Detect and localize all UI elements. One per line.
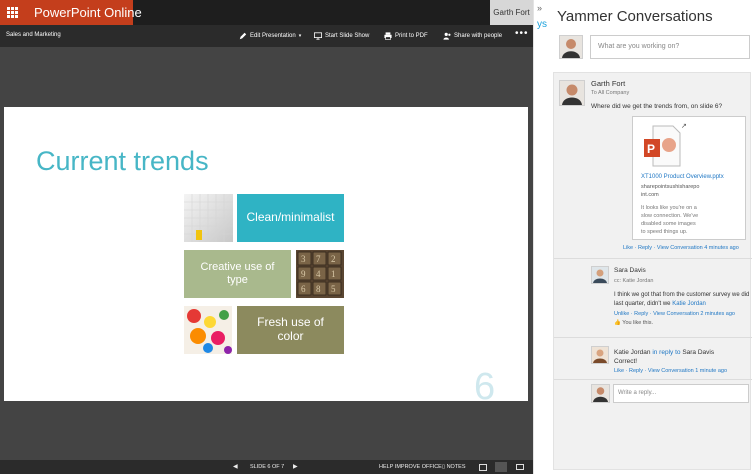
app-window: PowerPoint Online Garth Fort Sales and M… [0, 0, 756, 474]
document-title: Sales and Marketing [6, 32, 61, 38]
file-note-line3: disabled some images [641, 221, 696, 227]
file-attachment-card[interactable]: ↗ P XT1000 Product Overview.pptx sharepo… [632, 116, 746, 240]
garth-fort-avatar [559, 80, 585, 106]
powerpoint-file-icon: P [644, 125, 681, 167]
thumbs-up-icon: 👍 [614, 320, 621, 326]
conversation-feed: Garth Fort To All Company Where did we g… [553, 72, 752, 470]
share-button[interactable]: Share with people [443, 30, 502, 42]
file-host-line1: sharepointsushisharepo [641, 184, 700, 190]
post3-header: Katie Jordan in reply to Sara Davis [614, 349, 715, 356]
divider [554, 337, 752, 338]
post2-actions[interactable]: Unlike · Reply · View Conversation 2 min… [614, 311, 735, 317]
svg-text:1: 1 [331, 269, 336, 279]
color-dots-image [184, 306, 232, 354]
svg-text:4: 4 [316, 269, 321, 279]
slideshow-view-icon[interactable] [516, 464, 524, 470]
slideshow-icon [314, 32, 322, 40]
file-note-line1: It looks like you're on a [641, 205, 697, 211]
reading-view-icon[interactable] [495, 462, 507, 472]
file-name-link[interactable]: XT1000 Product Overview.pptx [641, 174, 724, 180]
chevron-down-icon: ▾ [298, 33, 302, 39]
file-note-line2: slow connection. We've [641, 213, 699, 219]
pane-title: Yammer Conversations [557, 8, 713, 25]
post2-message-line2: last quarter, didn't we Katie Jordan [614, 301, 706, 307]
svg-text:6: 6 [301, 284, 306, 294]
open-external-icon[interactable]: ↗ [681, 122, 687, 130]
post3-message: Correct! [614, 358, 638, 365]
katie-jordan-avatar [591, 346, 609, 364]
edit-presentation-button[interactable]: Edit Presentation ▾ [239, 30, 301, 42]
tile-creative-type: Creative use of type [184, 250, 291, 298]
current-user-avatar-small [591, 384, 610, 403]
tile-fresh-color: Fresh use of color [237, 306, 344, 354]
slide-number: 6 [474, 366, 496, 408]
pencil-icon [239, 32, 247, 40]
divider [554, 379, 752, 380]
reply-input[interactable]: Write a reply... [613, 384, 749, 403]
slide-counter: SLIDE 6 OF 7 [250, 464, 285, 470]
file-host-line2: int.com [641, 192, 659, 198]
current-user-avatar [559, 35, 583, 59]
post2-author[interactable]: Sara Davis [614, 267, 646, 274]
normal-view-icon[interactable] [479, 464, 487, 471]
print-to-pdf-button[interactable]: Print to PDF [384, 30, 428, 42]
more-options-icon[interactable]: ••• [515, 28, 529, 39]
post3-actions[interactable]: Like · Reply · View Conversation 1 minut… [614, 368, 727, 374]
divider [554, 258, 752, 259]
svg-text:2: 2 [331, 254, 336, 264]
svg-text:9: 9 [301, 269, 306, 279]
notes-button[interactable]: ▯ NOTES [442, 464, 466, 470]
app-brand[interactable]: PowerPoint Online [25, 0, 142, 25]
yammer-pane: » ys Yammer Conversations What are you w… [533, 0, 756, 474]
post2-message-line1: I think we got that from the customer su… [614, 292, 750, 298]
post1-author[interactable]: Garth Fort [591, 79, 625, 88]
post1-message: Where did we get the trends from, on sli… [591, 103, 723, 110]
powerpoint-pane: PowerPoint Online Garth Fort Sales and M… [0, 0, 533, 474]
help-improve-link[interactable]: HELP IMPROVE OFFICE [379, 464, 442, 470]
svg-text:P: P [647, 142, 655, 156]
post2-likes: 👍 You like this. [614, 320, 653, 326]
people-icon [443, 32, 451, 40]
partial-text: ys [537, 19, 547, 30]
letterpress-type-image: 372 941 685 [296, 250, 344, 298]
composer-input[interactable]: What are you working on? [590, 35, 750, 59]
slide-stage: Current trends Clean/minimalist Creative… [0, 47, 533, 460]
app-launcher-icon[interactable] [0, 0, 25, 25]
tile-clean-minimalist: Clean/minimalist [237, 194, 344, 242]
post2-cc: cc: Katie Jordan [614, 278, 654, 284]
post1-actions[interactable]: Like · Reply · View Conversation 4 minut… [623, 245, 739, 251]
next-slide-icon[interactable]: ▶ [293, 463, 298, 470]
printer-icon [384, 32, 392, 40]
svg-text:5: 5 [331, 284, 336, 294]
top-bar: PowerPoint Online Garth Fort [0, 0, 533, 25]
previous-slide-icon[interactable]: ◀ [233, 463, 238, 470]
user-name[interactable]: Garth Fort [490, 0, 533, 25]
svg-text:3: 3 [301, 254, 306, 264]
mention-katie-jordan[interactable]: Katie Jordan [672, 301, 706, 307]
post3-author[interactable]: Katie Jordan [614, 349, 651, 356]
notes-icon: ▯ [442, 464, 446, 470]
slide-title: Current trends [36, 146, 209, 176]
svg-text:7: 7 [316, 254, 321, 264]
building-image [184, 194, 233, 242]
start-slide-show-button[interactable]: Start Slide Show [314, 30, 369, 42]
post1-audience: To All Company [591, 90, 630, 96]
command-bar: Sales and Marketing Edit Presentation ▾ … [0, 25, 533, 47]
sara-davis-avatar [591, 266, 609, 284]
slide-canvas: Current trends Clean/minimalist Creative… [4, 107, 528, 408]
status-bar: ◀ SLIDE 6 OF 7 ▶ HELP IMPROVE OFFICE ▯ N… [0, 460, 533, 474]
collapse-pane-icon[interactable]: » [537, 3, 542, 13]
svg-text:8: 8 [316, 284, 321, 294]
file-note-line4: to speed things up. [641, 229, 688, 235]
